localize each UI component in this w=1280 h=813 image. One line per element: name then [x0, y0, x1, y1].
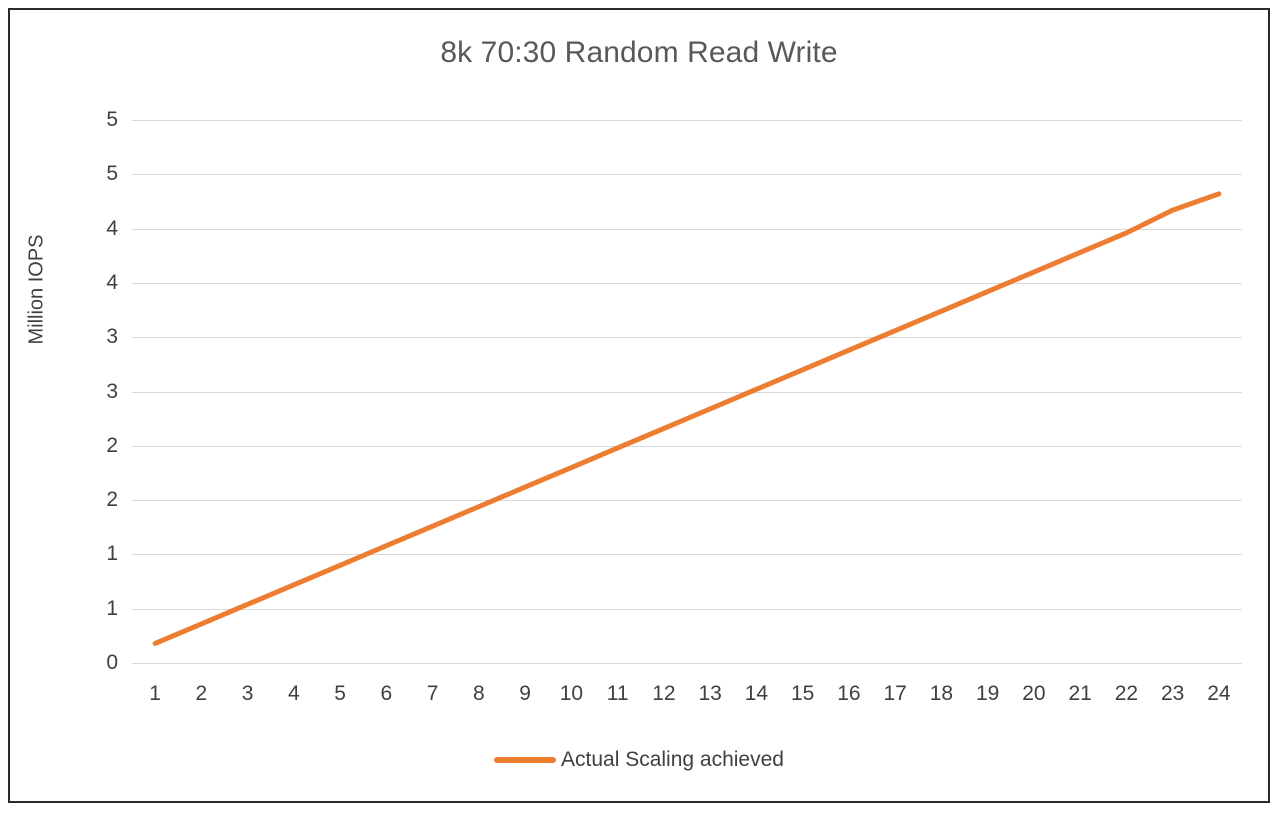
y-tick-label: 1 [106, 596, 118, 620]
y-tick-label: 4 [106, 216, 118, 240]
chart-legend: Actual Scaling achieved [10, 748, 1268, 772]
legend-label: Actual Scaling achieved [561, 748, 784, 771]
series-line [152, 191, 1222, 646]
x-tick-label: 24 [1207, 682, 1231, 705]
series-layer [152, 191, 1222, 646]
gridline [132, 663, 1242, 664]
x-axis-tick-labels: 1 2 3 4 5 6 7 8 9 10 11 12 13 14 15 16 17 18 19 20 21 22 23 24 [132, 682, 1242, 716]
y-axis-tick-labels: 0 1 1 2 2 3 3 4 4 5 5 [48, 108, 118, 674]
y-tick-label: 5 [106, 162, 118, 186]
plot-area [132, 120, 1242, 664]
y-tick-label: 5 [106, 108, 118, 131]
legend-entry[interactable]: Actual Scaling achieved [494, 748, 784, 772]
y-tick-label: 3 [106, 325, 118, 349]
y-tick-label: 4 [106, 270, 118, 294]
chart-frame: 8k 70:30 Random Read Write Million IOPS … [8, 8, 1270, 803]
chart-title: 8k 70:30 Random Read Write [440, 36, 838, 69]
y-axis-title: Million IOPS [25, 234, 48, 345]
y-tick-label: 1 [106, 542, 118, 566]
y-tick-label: 3 [106, 379, 118, 403]
y-tick-label: 2 [106, 433, 118, 457]
y-tick-label: 0 [106, 651, 118, 674]
legend-line-swatch [494, 757, 556, 763]
y-tick-label: 2 [106, 488, 118, 512]
